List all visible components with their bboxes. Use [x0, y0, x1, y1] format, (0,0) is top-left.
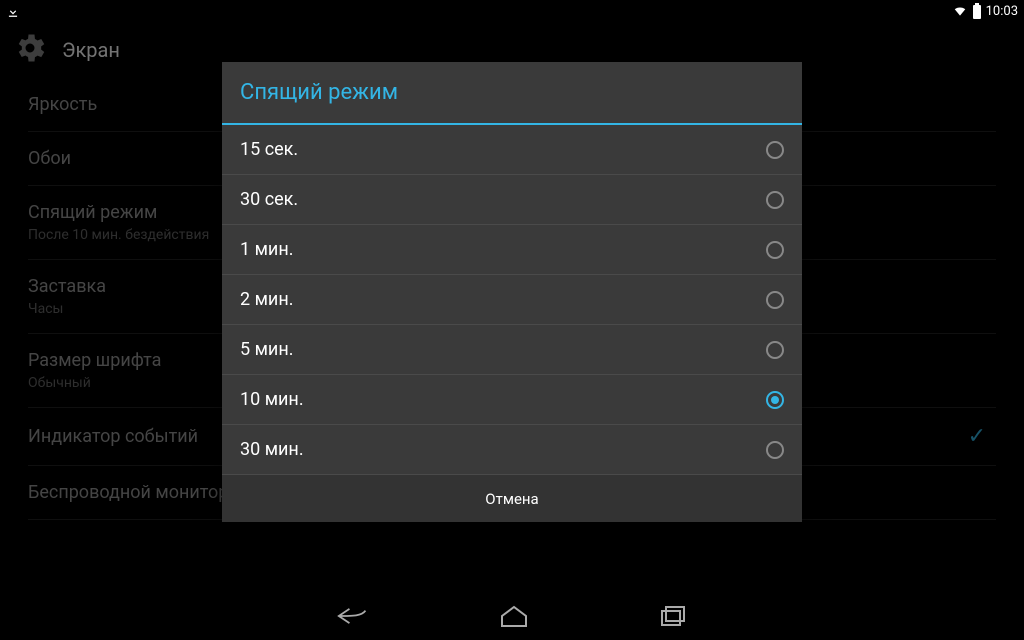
radio-icon	[766, 391, 784, 409]
cancel-label: Отмена	[485, 490, 538, 508]
battery-icon	[972, 3, 982, 19]
status-bar: 10:03	[0, 0, 1024, 22]
sleep-option[interactable]: 30 сек.	[222, 175, 802, 225]
back-button[interactable]	[337, 603, 369, 629]
download-icon	[6, 4, 20, 18]
radio-icon	[766, 191, 784, 209]
status-time: 10:03	[986, 4, 1018, 19]
option-label: 10 мин.	[240, 389, 304, 410]
sleep-option[interactable]: 30 мин.	[222, 425, 802, 474]
wifi-icon	[952, 4, 968, 18]
sleep-option[interactable]: 2 мин.	[222, 275, 802, 325]
navigation-bar	[0, 592, 1024, 640]
option-label: 5 мин.	[240, 339, 293, 360]
radio-icon	[766, 241, 784, 259]
sleep-option[interactable]: 10 мин.	[222, 375, 802, 425]
sleep-option[interactable]: 1 мин.	[222, 225, 802, 275]
option-label: 30 сек.	[240, 189, 298, 210]
dialog-title: Спящий режим	[222, 62, 802, 125]
option-label: 1 мин.	[240, 239, 293, 260]
cancel-button[interactable]: Отмена	[222, 474, 802, 522]
sleep-option[interactable]: 5 мин.	[222, 325, 802, 375]
radio-icon	[766, 141, 784, 159]
sleep-dialog: Спящий режим 15 сек. 30 сек. 1 мин. 2 мин. 5…	[222, 62, 802, 522]
option-label: 30 мин.	[240, 439, 304, 460]
radio-icon	[766, 441, 784, 459]
option-label: 2 мин.	[240, 289, 293, 310]
sleep-option[interactable]: 15 сек.	[222, 125, 802, 175]
radio-icon	[766, 341, 784, 359]
option-label: 15 сек.	[240, 139, 298, 160]
home-button[interactable]	[499, 603, 529, 629]
radio-icon	[766, 291, 784, 309]
recent-apps-button[interactable]	[659, 603, 687, 629]
